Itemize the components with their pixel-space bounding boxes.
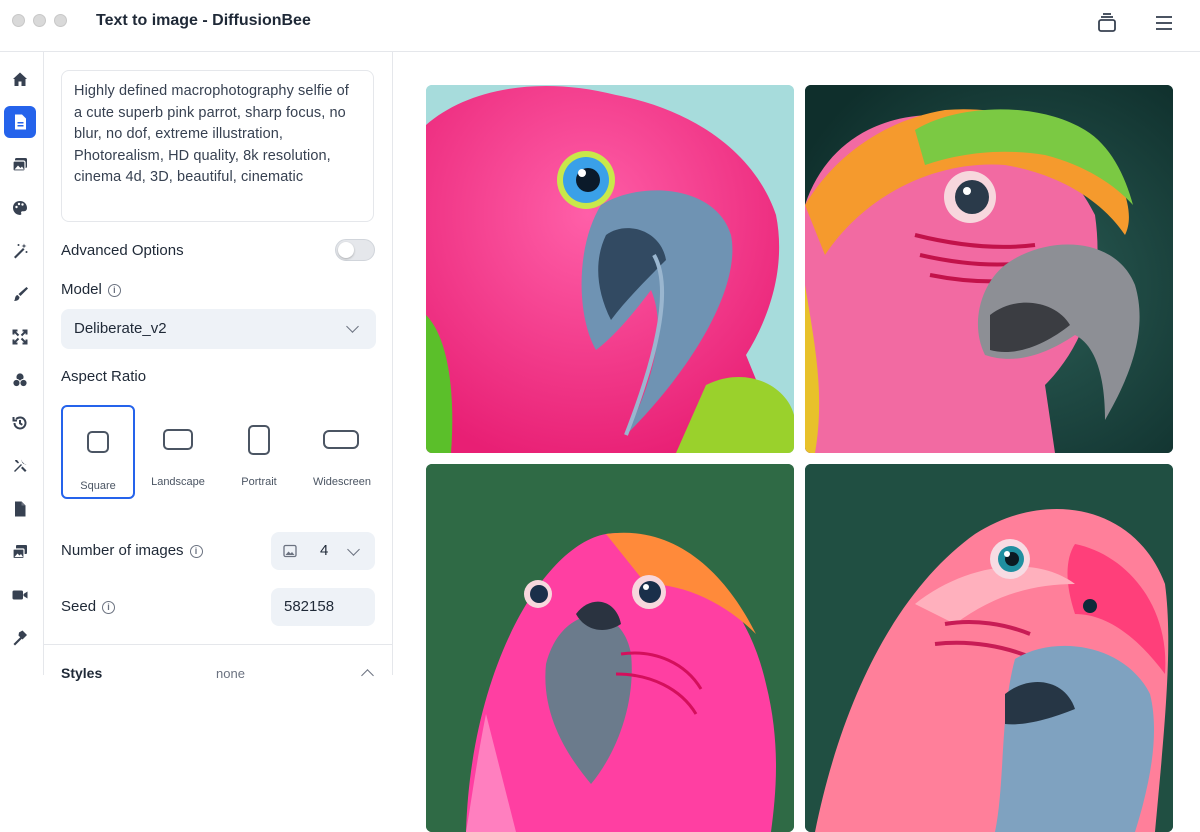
results-grid [393,52,1200,832]
aspect-square-label: Square [80,480,116,492]
toggle-knob [338,242,354,258]
generated-image-3[interactable] [426,464,794,832]
close-window-button[interactable] [12,14,25,27]
model-label: Model [61,281,102,298]
aspect-widescreen-option[interactable]: Widescreen [304,405,380,499]
chevron-down-icon [346,320,359,333]
model-label-row: Model i [61,281,121,298]
styles-value: none [216,666,245,681]
stack-icon[interactable] [1094,10,1120,36]
num-images-value: 4 [320,542,329,559]
divider [44,644,393,645]
num-images-label-row: Number of images i [61,542,203,559]
landscape-shape-icon [163,429,193,450]
palette-icon[interactable] [4,192,36,224]
file-icon[interactable] [4,493,36,525]
chevron-up-icon[interactable] [361,669,374,682]
aspect-square-option[interactable]: Square [61,405,135,499]
model-value: Deliberate_v2 [74,320,167,337]
tools-icon[interactable] [4,450,36,482]
chevron-down-icon [347,543,360,556]
info-icon[interactable]: i [107,284,121,297]
zoom-window-button[interactable] [54,14,67,27]
aspect-landscape-option[interactable]: Landscape [141,405,215,499]
title-bar: Text to image - DiffusionBee [0,0,1200,52]
seed-label-row: Seed i [61,598,116,615]
aspect-portrait-option[interactable]: Portrait [222,405,296,499]
window-title: Text to image - DiffusionBee [96,12,311,29]
brush-icon[interactable] [4,278,36,310]
seed-label: Seed [61,598,97,615]
minimize-window-button[interactable] [33,14,46,27]
image-to-image-icon[interactable] [4,149,36,181]
models-icon[interactable] [4,364,36,396]
advanced-options-toggle[interactable] [335,239,375,261]
prompt-text: Highly defined macrophotography selfie o… [74,83,349,185]
aspect-ratio-label: Aspect Ratio [61,368,147,385]
text-to-image-icon[interactable] [4,106,36,138]
info-icon[interactable]: i [189,545,203,558]
settings-panel: Highly defined macrophotography selfie o… [44,52,393,682]
portrait-shape-icon [248,425,270,455]
gallery-icon[interactable] [4,536,36,568]
square-shape-icon [87,431,109,453]
generated-image-1[interactable] [426,85,794,453]
hammer-icon[interactable] [4,622,36,654]
num-images-label: Number of images [61,542,184,559]
prompt-input[interactable]: Highly defined macrophotography selfie o… [61,70,374,222]
widescreen-shape-icon [323,430,359,449]
aspect-portrait-label: Portrait [241,476,277,488]
aspect-landscape-label: Landscape [151,476,205,488]
expand-icon[interactable] [4,321,36,353]
hamburger-menu-icon[interactable] [1151,10,1177,36]
history-icon[interactable] [4,407,36,439]
generated-image-4[interactable] [805,464,1173,832]
num-images-select[interactable]: 4 [271,532,375,570]
advanced-options-label: Advanced Options [61,242,184,259]
info-icon[interactable]: i [102,601,116,614]
image-icon [283,544,297,558]
model-select[interactable]: Deliberate_v2 [61,309,376,349]
seed-input[interactable]: 582158 [271,588,375,626]
magic-wand-icon[interactable] [4,235,36,267]
aspect-widescreen-label: Widescreen [312,476,372,488]
home-icon[interactable] [4,63,36,95]
video-icon[interactable] [4,579,36,611]
sidebar-nav [0,52,44,675]
generated-image-2[interactable] [805,85,1173,453]
styles-label: Styles [61,665,103,681]
